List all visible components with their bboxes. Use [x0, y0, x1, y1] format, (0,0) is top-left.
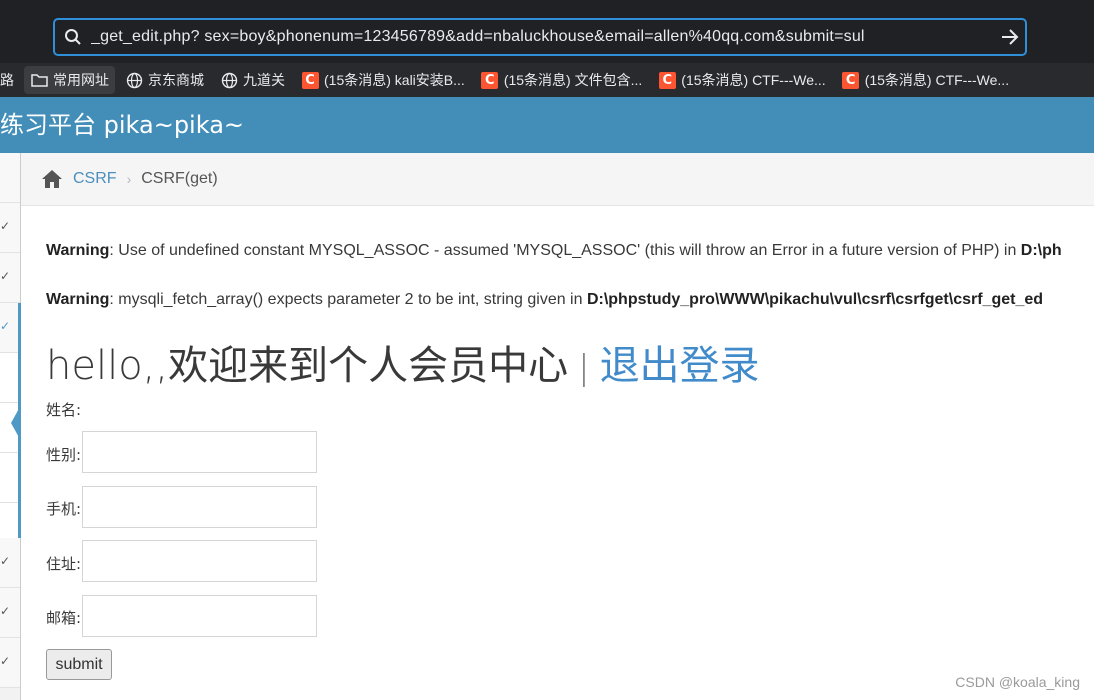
- breadcrumb: CSRF › CSRF(get): [21, 153, 1094, 206]
- bookmark-jd[interactable]: 京东商城: [119, 66, 210, 94]
- warning-text: : mysqli_fetch_array() expects parameter…: [109, 291, 587, 308]
- sidebar-item[interactable]: ✓: [0, 203, 20, 253]
- bookmark-jiudaoguan[interactable]: 九道关: [214, 66, 291, 94]
- bookmark-label: 路: [0, 72, 14, 88]
- bookmark-folder-common[interactable]: 常用网址: [24, 66, 115, 94]
- address-input[interactable]: [82, 540, 317, 582]
- globe-icon: [125, 71, 143, 89]
- bookmark-ctf-1[interactable]: C (15条消息) CTF---We...: [652, 66, 831, 94]
- chevron-icon: ✓: [0, 219, 11, 233]
- csdn-icon: C: [842, 71, 860, 89]
- submit-button[interactable]: submit: [46, 649, 112, 680]
- warning-label: Warning: [46, 242, 110, 259]
- bookmarks-bar: 路 常用网址 京东商城 九道关 C (15条消息) kali安装B... C (…: [0, 63, 1094, 97]
- chevron-icon: ✓: [0, 319, 11, 333]
- greeting-text: hello,,欢迎来到个人会员中心: [46, 343, 569, 389]
- bookmark-label: 常用网址: [53, 72, 109, 88]
- heading-separator: |: [578, 348, 590, 388]
- breadcrumb-current: CSRF(get): [141, 170, 218, 187]
- bookmark-label: (15条消息) kali安装B...: [324, 72, 465, 88]
- go-arrow-icon[interactable]: [995, 20, 1025, 54]
- globe-icon: [220, 71, 238, 89]
- sidebar-subitem[interactable]: [0, 353, 20, 403]
- phone-label: 手机:: [46, 500, 82, 518]
- sex-label: 性别:: [46, 446, 82, 464]
- warning-path: D:\ph: [1020, 242, 1062, 259]
- sidebar-item[interactable]: ✓: [0, 588, 20, 638]
- name-label: 姓名:: [46, 401, 82, 419]
- site-title[interactable]: 练习平台 pika~pika~: [0, 111, 244, 139]
- sidebar-item[interactable]: ✓: [0, 253, 20, 303]
- warning-path: D:\phpstudy_pro\WWW\pikachu\vul\csrf\csr…: [586, 291, 1044, 308]
- bookmark-label: (15条消息) CTF---We...: [864, 72, 1010, 88]
- csdn-icon: C: [658, 71, 676, 89]
- bookmark-label: 九道关: [243, 72, 285, 88]
- sidebar-subitem[interactable]: [0, 453, 20, 503]
- sidebar-item[interactable]: ✓: [0, 638, 20, 688]
- csdn-icon: C: [481, 71, 499, 89]
- bookmark-file-include[interactable]: C (15条消息) 文件包含...: [475, 66, 648, 94]
- bookmark-label: (15条消息) CTF---We...: [681, 72, 826, 88]
- sidebar-item-csrf[interactable]: ✓: [0, 303, 20, 353]
- chevron-icon: ✓: [0, 554, 11, 568]
- breadcrumb-link-csrf[interactable]: CSRF: [73, 170, 117, 188]
- sidebar-item[interactable]: ✓: [0, 538, 20, 588]
- member-center-heading: hello,,欢迎来到个人会员中心 | 退出登录: [46, 333, 760, 391]
- bookmark-partial[interactable]: 路: [0, 66, 20, 94]
- browser-toolbar: _get_edit.php? sex=boy&phonenum=12345678…: [0, 0, 1094, 63]
- email-input[interactable]: [82, 595, 317, 637]
- bookmark-kali[interactable]: C (15条消息) kali安装B...: [295, 66, 471, 94]
- phone-input[interactable]: [82, 486, 317, 528]
- address-bar[interactable]: _get_edit.php? sex=boy&phonenum=12345678…: [53, 18, 1027, 56]
- folder-icon: [30, 71, 48, 89]
- bookmark-label: (15条消息) 文件包含...: [503, 72, 643, 88]
- warning-text: : Use of undefined constant MYSQL_ASSOC …: [109, 242, 1021, 259]
- bookmark-ctf-2[interactable]: C (15条消息) CTF---We...: [836, 66, 1015, 94]
- address-label: 住址:: [46, 555, 82, 573]
- site-header: 练习平台 pika~pika~: [0, 97, 1094, 153]
- warning-label: Warning: [46, 291, 110, 308]
- url-text[interactable]: _get_edit.php? sex=boy&phonenum=12345678…: [91, 28, 995, 46]
- php-warning-2: Warning: mysqli_fetch_array() expects pa…: [46, 291, 1043, 309]
- csdn-icon: C: [301, 71, 319, 89]
- chevron-icon: ✓: [0, 654, 11, 668]
- sidebar-active-arrow-icon: [11, 405, 21, 441]
- search-icon: [55, 20, 91, 54]
- email-label: 邮箱:: [46, 609, 82, 627]
- sex-input[interactable]: [82, 431, 317, 473]
- php-warning-1: Warning: Use of undefined constant MYSQL…: [46, 242, 1062, 260]
- home-icon[interactable]: [41, 168, 65, 190]
- logout-link[interactable]: 退出登录: [600, 343, 760, 389]
- bookmark-label: 京东商城: [148, 72, 204, 88]
- sidebar-item[interactable]: [0, 153, 20, 203]
- breadcrumb-separator-icon: ›: [126, 171, 132, 187]
- chevron-icon: ✓: [0, 604, 11, 618]
- csdn-watermark: CSDN @koala_king: [955, 674, 1080, 690]
- chevron-icon: ✓: [0, 269, 11, 283]
